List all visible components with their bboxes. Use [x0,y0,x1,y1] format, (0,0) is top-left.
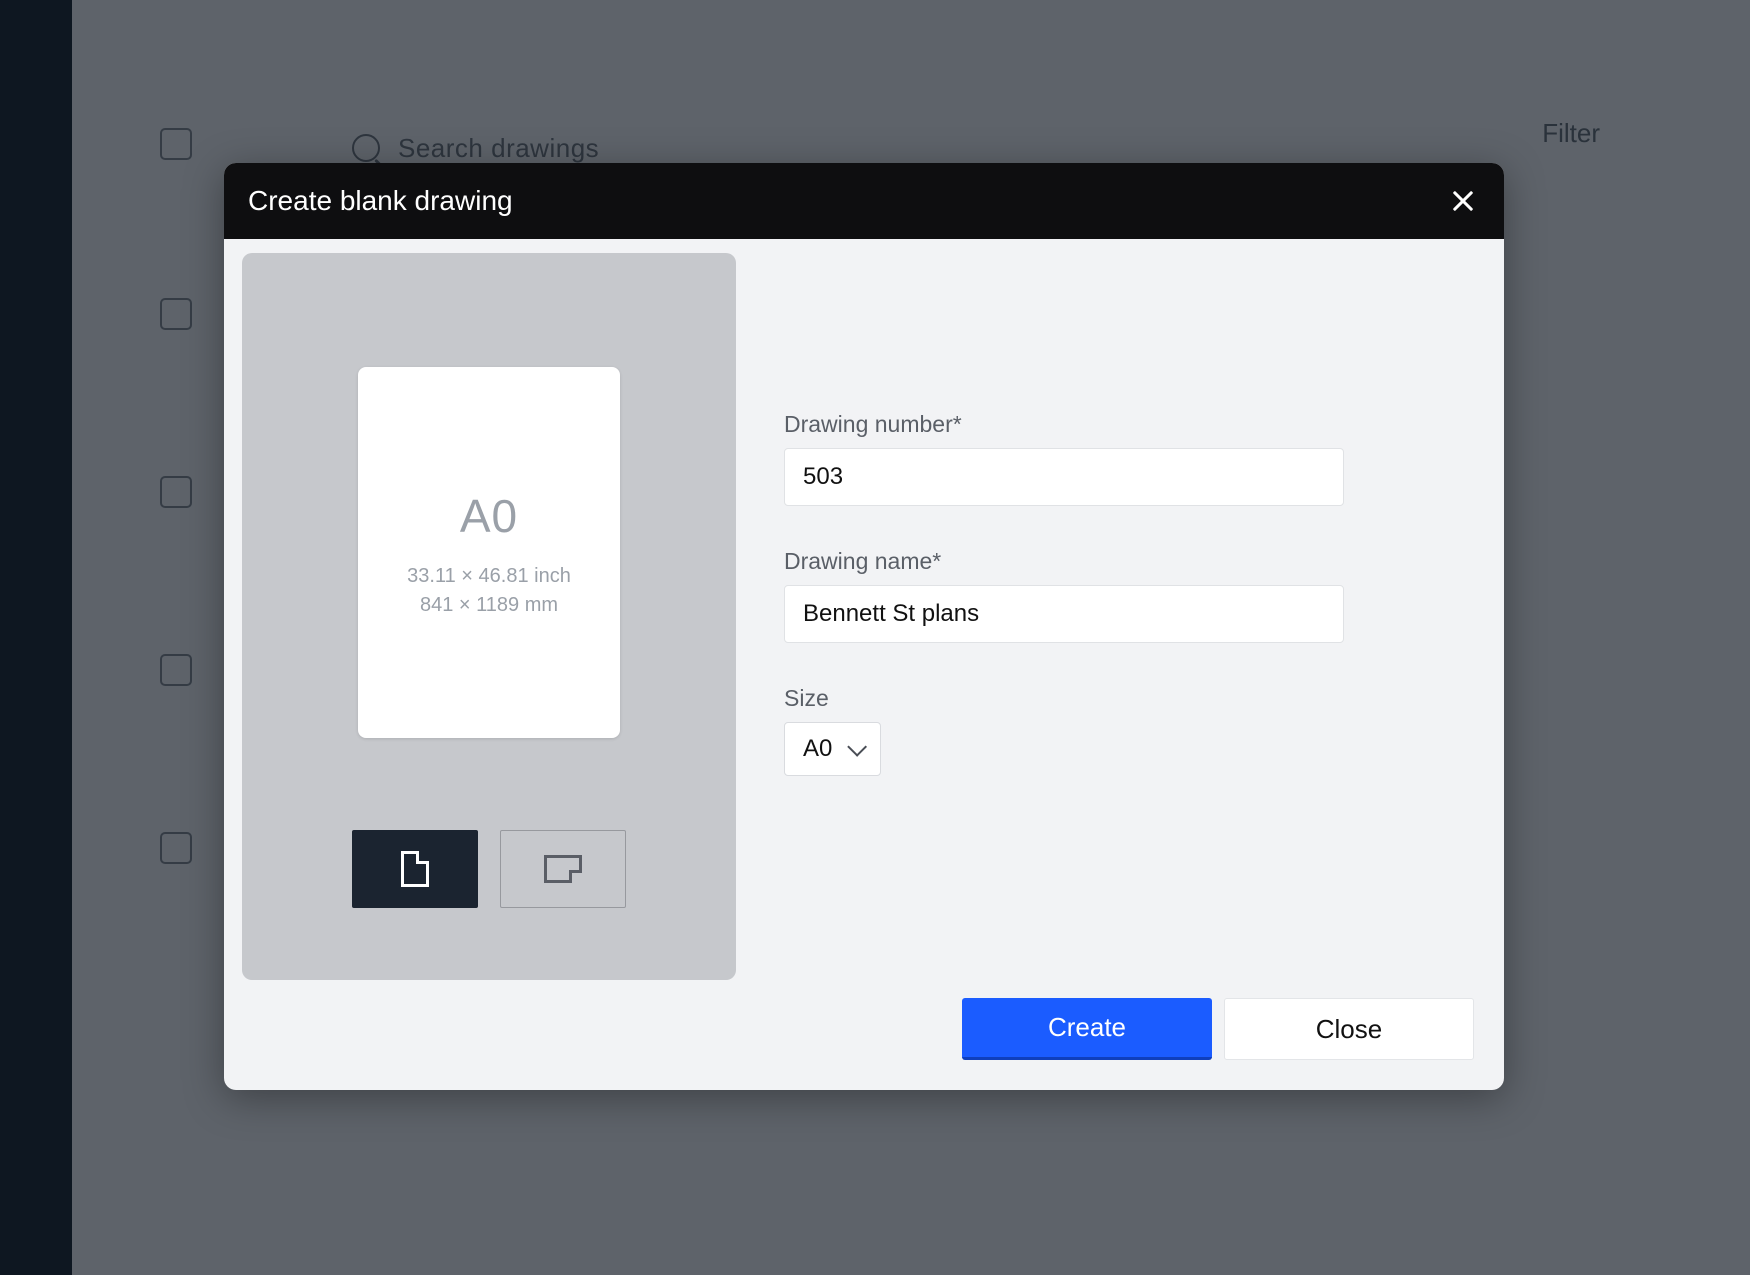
drawing-name-field: Drawing name* [784,548,1474,643]
size-select-value: A0 [803,735,832,763]
close-button[interactable]: Close [1224,998,1474,1060]
preview-dim-inch: 33.11 × 46.81 inch [407,565,571,588]
drawing-number-label: Drawing number* [784,411,1474,438]
size-field: Size A0 [784,685,1474,776]
create-button[interactable]: Create [962,998,1212,1060]
size-label: Size [784,685,1474,712]
dialog-header: Create blank drawing [224,163,1504,239]
drawing-name-label: Drawing name* [784,548,1474,575]
orientation-toggle [352,830,626,908]
preview-dim-mm: 841 × 1189 mm [420,594,558,617]
page-preview: A0 33.11 × 46.81 inch 841 × 1189 mm [358,367,620,738]
dialog-footer: Create Close [224,998,1504,1090]
size-select[interactable]: A0 [784,722,881,776]
portrait-page-icon [401,851,429,887]
drawing-name-input[interactable] [784,585,1344,643]
landscape-page-icon [544,855,582,883]
drawing-number-input[interactable] [784,448,1344,506]
page-preview-pane: A0 33.11 × 46.81 inch 841 × 1189 mm [242,253,736,980]
orientation-landscape-button[interactable] [500,830,626,908]
drawing-number-field: Drawing number* [784,411,1474,506]
chevron-down-icon [848,737,868,757]
preview-size-name: A0 [460,489,518,543]
drawing-form: Drawing number* Drawing name* Size A0 [784,253,1474,980]
dialog-body: A0 33.11 × 46.81 inch 841 × 1189 mm Draw… [224,239,1504,998]
dialog-title: Create blank drawing [248,185,513,217]
create-blank-drawing-dialog: Create blank drawing A0 33.11 × 46.81 in… [224,163,1504,1090]
orientation-portrait-button[interactable] [352,830,478,908]
close-icon[interactable] [1452,190,1474,212]
